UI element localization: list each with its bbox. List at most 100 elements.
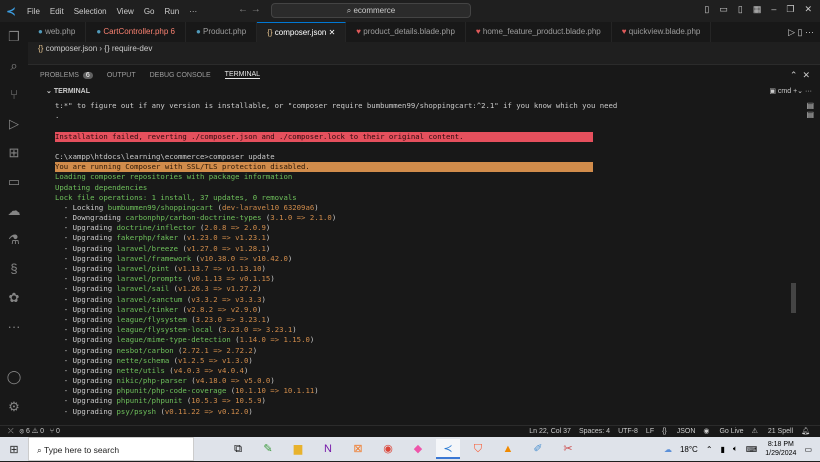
- close-tab-icon[interactable]: ✕: [329, 28, 336, 37]
- testing-icon[interactable]: ⚗: [0, 225, 28, 254]
- chevron-down-icon[interactable]: ⌄: [797, 88, 803, 95]
- xampp-icon[interactable]: ⊠: [346, 439, 370, 459]
- chrome-icon[interactable]: ◉: [376, 439, 400, 459]
- operation-line: - Upgrading laravel/tinker (v2.8.2 => v2…: [55, 305, 795, 315]
- terminal-instance-icon[interactable]: ▤: [806, 110, 814, 119]
- network-icon[interactable]: ▮: [721, 445, 725, 454]
- account-icon[interactable]: ◯: [0, 362, 28, 391]
- command-center-search[interactable]: ⌕ ecommerce: [271, 3, 471, 18]
- minimize-button[interactable]: –: [771, 4, 776, 15]
- menu-more[interactable]: ···: [189, 7, 197, 16]
- paint-icon[interactable]: ✐: [526, 439, 550, 459]
- op-package: laravel/breeze: [116, 243, 179, 253]
- weather-icon[interactable]: ☁: [664, 445, 672, 454]
- tab-product-details-blade[interactable]: ♥ product_details.blade.php: [346, 22, 466, 42]
- run-debug-icon[interactable]: ▷: [0, 109, 28, 138]
- toggle-panel-icon[interactable]: ▭: [719, 4, 728, 15]
- vscode-taskbar-icon[interactable]: ≺: [436, 439, 460, 459]
- close-button[interactable]: ✕: [804, 4, 812, 15]
- cursor-position[interactable]: Ln 22, Col 37: [529, 428, 571, 435]
- encoding[interactable]: UTF-8: [618, 428, 638, 435]
- explorer-icon[interactable]: ❐: [0, 22, 28, 51]
- menu-view[interactable]: View: [117, 7, 134, 16]
- tab-product-php[interactable]: ● Product.php: [186, 22, 258, 42]
- task-view-icon[interactable]: ⧉: [226, 439, 250, 459]
- menu-file[interactable]: File: [27, 7, 40, 16]
- menu-edit[interactable]: Edit: [50, 7, 64, 16]
- show-hidden-icons[interactable]: ⌃: [706, 445, 713, 454]
- taskbar-search[interactable]: ⌕ Type here to search: [28, 437, 194, 461]
- file-explorer-icon[interactable]: ▆: [286, 439, 310, 459]
- tab-composer-json[interactable]: {} composer.json ✕: [257, 22, 347, 42]
- windows-start-icon[interactable]: ⊞: [0, 443, 28, 456]
- blade-icon: ♥: [475, 27, 483, 36]
- shell-name[interactable]: cmd: [778, 88, 791, 95]
- more-actions-icon[interactable]: ···: [805, 27, 814, 37]
- toggle-secondary-icon[interactable]: ▯: [738, 4, 743, 15]
- brave-icon[interactable]: ⛉: [466, 439, 490, 459]
- clock[interactable]: 8:18 PM 1/29/2024: [765, 440, 796, 458]
- op-action: Upgrading: [72, 223, 113, 233]
- tab-debug-console[interactable]: DEBUG CONSOLE: [150, 72, 211, 79]
- tab-web-php[interactable]: ● web.php: [28, 22, 87, 42]
- layout-icon[interactable]: ▦: [753, 4, 762, 15]
- back-arrow-icon[interactable]: ←: [238, 4, 248, 15]
- volume-icon[interactable]: 🔈︎: [733, 444, 738, 454]
- openai-icon[interactable]: ✿: [0, 283, 28, 312]
- more-icon[interactable]: ···: [0, 312, 28, 341]
- op-paren: ): [257, 284, 262, 294]
- onenote-icon[interactable]: N: [316, 439, 340, 459]
- spell-status[interactable]: ⚠ 21 Spell: [752, 428, 794, 435]
- close-panel-icon[interactable]: ✕: [802, 70, 810, 80]
- chevron-down-icon[interactable]: ⌄: [46, 88, 54, 95]
- tab-quickview-blade[interactable]: ♥ quickview.blade.php: [612, 22, 712, 42]
- extensions-icon[interactable]: ⊞: [0, 138, 28, 167]
- problems-status[interactable]: ⊗ 6 ⚠ 0: [19, 428, 44, 435]
- tab-problems[interactable]: PROBLEMS 6: [40, 71, 93, 79]
- tab-cartcontroller-php[interactable]: ● CartController.php 6: [86, 22, 186, 42]
- terminal-output[interactable]: t:*" to figure out if any version is ins…: [55, 101, 795, 417]
- breadcrumb-file[interactable]: composer.json: [46, 44, 98, 53]
- settings-gear-icon[interactable]: ⚙: [0, 392, 28, 421]
- menu-go[interactable]: Go: [144, 7, 155, 16]
- keyboard-icon[interactable]: ⌨: [746, 445, 758, 454]
- notepad-icon[interactable]: ✎: [256, 439, 280, 459]
- forward-arrow-icon[interactable]: →: [251, 4, 261, 15]
- run-icon[interactable]: ▷: [788, 27, 795, 37]
- go-live-button[interactable]: ◉ Go Live: [703, 428, 743, 435]
- docker-icon[interactable]: ☁: [0, 196, 28, 225]
- tab-home-feature-product-blade[interactable]: ♥ home_feature_product.blade.php: [466, 22, 612, 42]
- remote-icon[interactable]: ⤫: [8, 428, 14, 435]
- ports-status[interactable]: ⑂ 0: [50, 428, 60, 435]
- app-icon[interactable]: ◆: [406, 439, 430, 459]
- more-icon[interactable]: ···: [805, 88, 812, 95]
- breadcrumb-symbol[interactable]: require-dev: [112, 44, 152, 53]
- python-icon[interactable]: §: [0, 254, 28, 283]
- source-control-icon[interactable]: ⑂: [0, 80, 28, 109]
- terminal-instance-icon[interactable]: ▤: [806, 101, 814, 110]
- search-icon[interactable]: ⌕: [0, 51, 28, 80]
- language-mode[interactable]: {} JSON: [662, 428, 695, 435]
- indentation[interactable]: Spaces: 4: [579, 428, 610, 435]
- op-package: laravel/sail: [116, 284, 170, 294]
- op-action: Upgrading: [72, 274, 113, 284]
- notifications-icon[interactable]: 🔔︎: [801, 428, 810, 435]
- menu-run[interactable]: Run: [164, 7, 179, 16]
- maximize-panel-icon[interactable]: ⌃: [790, 70, 798, 80]
- restore-button[interactable]: ❐: [786, 4, 794, 15]
- tab-output[interactable]: OUTPUT: [107, 72, 136, 79]
- op-package: nikic/php-parser: [116, 376, 187, 386]
- snipping-tool-icon[interactable]: ✂: [556, 439, 580, 459]
- line-ending[interactable]: LF: [646, 428, 654, 435]
- menu-selection[interactable]: Selection: [74, 7, 107, 16]
- terminal-scrollbar[interactable]: [791, 283, 796, 313]
- tab-terminal[interactable]: TERMINAL: [224, 71, 261, 79]
- op-paren: ): [248, 355, 253, 365]
- remote-explorer-icon[interactable]: ▭: [0, 167, 28, 196]
- notification-center-icon[interactable]: ▭: [804, 445, 812, 454]
- temperature[interactable]: 18°C: [680, 445, 698, 454]
- split-editor-icon[interactable]: ▯: [798, 27, 803, 37]
- go-live-label: Go Live: [719, 428, 744, 435]
- vlc-icon[interactable]: ▲: [496, 439, 520, 459]
- toggle-sidebar-icon[interactable]: ▯: [704, 4, 709, 15]
